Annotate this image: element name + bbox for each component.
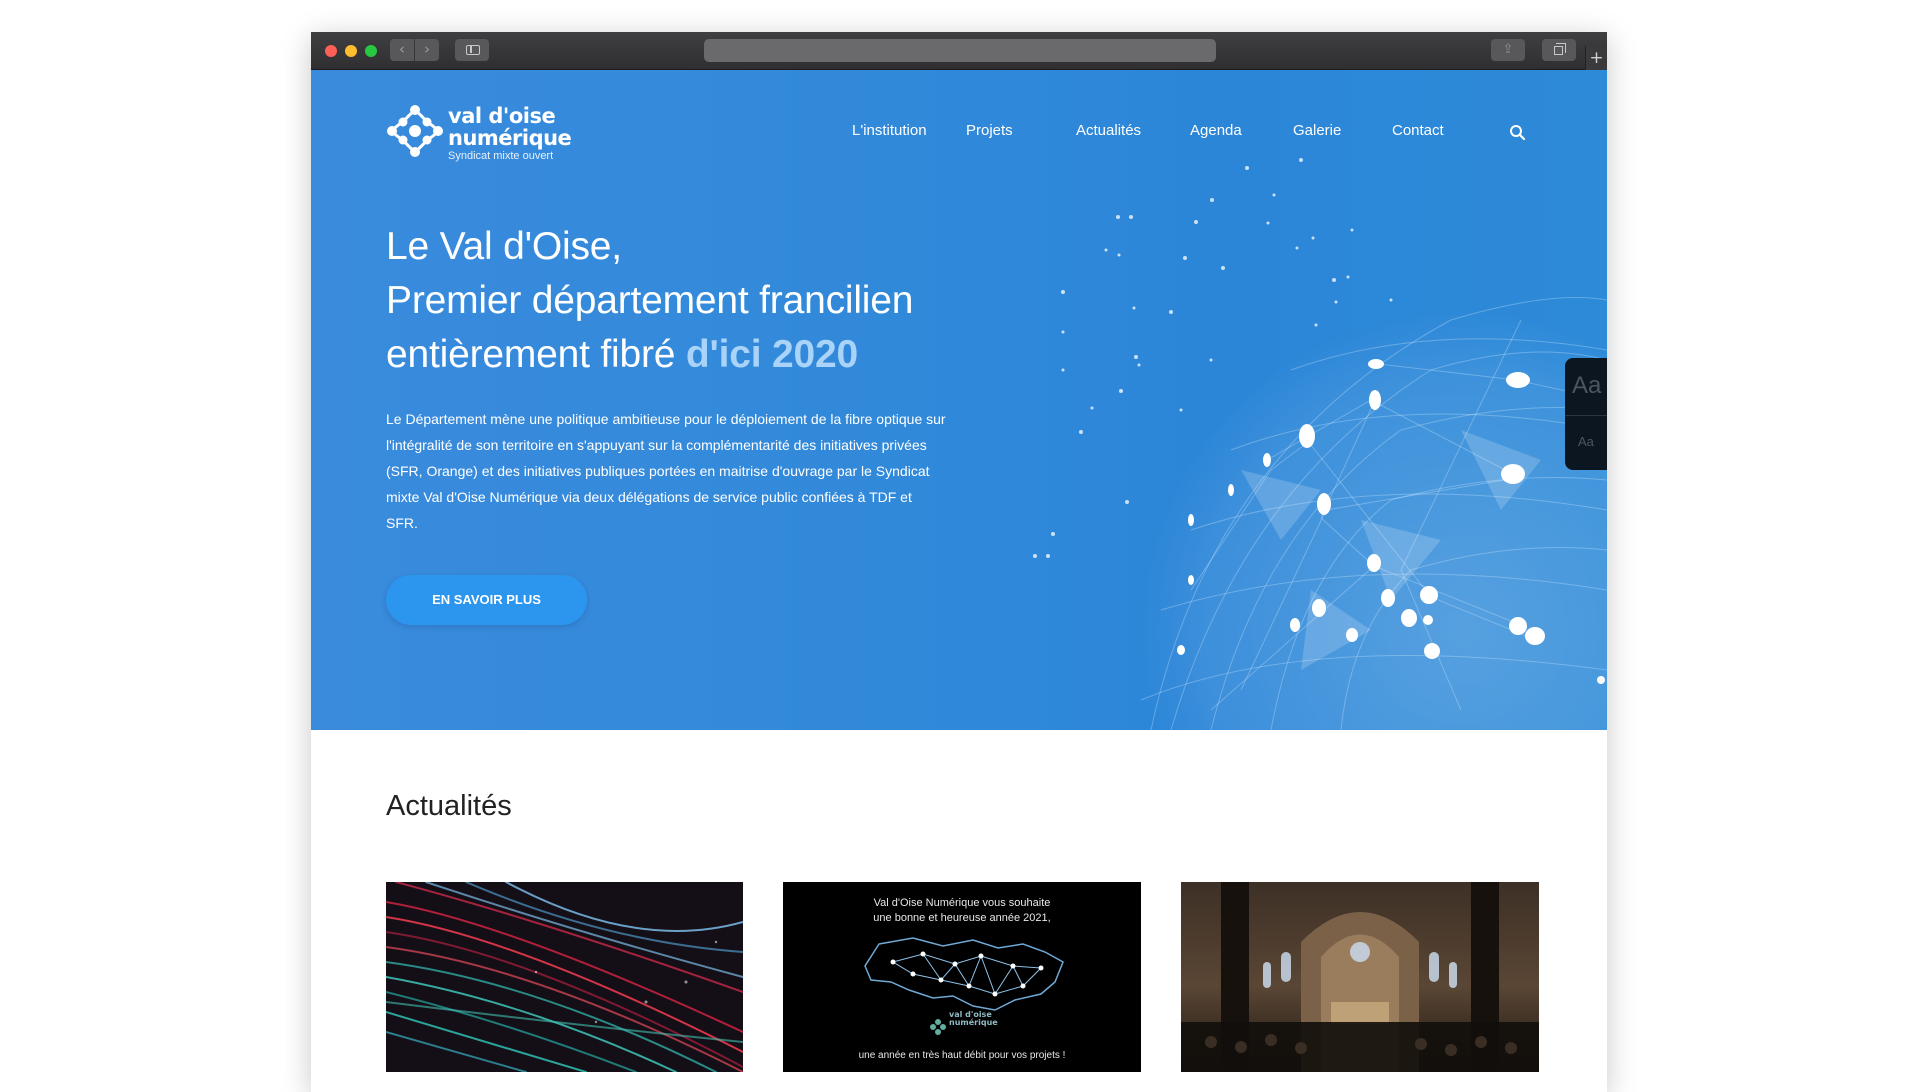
close-window-button[interactable] (325, 45, 337, 57)
val-doise-network-map (864, 937, 1064, 1035)
network-globe-illustration (1033, 158, 1607, 730)
web-page: val d'oise numérique Syndicat mixte ouve… (311, 70, 1607, 1092)
nav-item-institution[interactable]: L'institution (852, 122, 927, 139)
hero-description: Le Département mène une politique ambiti… (386, 411, 946, 531)
hero-title-accent: d'ici 2020 (685, 333, 858, 376)
card-logo-text: val d'oise numérique (949, 1011, 998, 1027)
font-widget-divider (1565, 415, 1607, 416)
hero-title-line3: entièrement fibré (386, 333, 686, 376)
learn-more-button[interactable]: EN SAVOIR PLUS (386, 575, 587, 625)
main-navigation: L'institution Projets Actualités Agenda … (311, 122, 1607, 146)
fibre-optic-image (386, 882, 743, 1072)
hero-title: Le Val d'Oise, Premier département franc… (386, 220, 1086, 382)
news-section-heading: Actualités (386, 790, 512, 822)
news-card-concert[interactable] (1181, 882, 1539, 1072)
zoom-window-button[interactable] (365, 45, 377, 57)
forward-button[interactable]: › (415, 39, 439, 61)
nav-item-actualites[interactable]: Actualités (1076, 122, 1141, 139)
font-size-widget: Aa Aa (1565, 358, 1607, 470)
nav-item-contact[interactable]: Contact (1392, 122, 1444, 139)
new-tab-button[interactable]: + (1585, 46, 1607, 70)
minimize-window-button[interactable] (345, 45, 357, 57)
tabs-icon (1554, 43, 1566, 55)
nav-item-galerie[interactable]: Galerie (1293, 122, 1341, 139)
browser-toolbar: ‹ › ⇪ + (311, 32, 1607, 70)
back-button[interactable]: ‹ (390, 39, 414, 61)
concert-hall-image (1181, 882, 1539, 1072)
logo-tagline: Syndicat mixte ouvert (448, 150, 554, 162)
card-logo-line2: numérique (949, 1018, 998, 1027)
share-button[interactable]: ⇪ (1491, 39, 1525, 61)
news-card-fibre[interactable] (386, 882, 743, 1072)
nav-item-projets[interactable]: Projets (966, 122, 1013, 139)
sidebar-icon (466, 45, 480, 55)
sidebar-toggle-button[interactable] (455, 39, 489, 61)
address-bar[interactable] (704, 39, 1216, 62)
search-icon[interactable] (1509, 124, 1526, 141)
hero-title-line2: Premier département francilien (386, 279, 914, 322)
nav-item-agenda[interactable]: Agenda (1190, 122, 1242, 139)
news-card-voeux[interactable]: Val d'Oise Numérique vous souhaite une b… (783, 882, 1141, 1072)
decrease-font-button[interactable]: Aa (1578, 434, 1594, 449)
hero-section: val d'oise numérique Syndicat mixte ouve… (311, 70, 1607, 730)
show-tabs-button[interactable] (1542, 39, 1576, 61)
browser-window: ‹ › ⇪ + val d'oise numérique Syndicat mi… (311, 32, 1607, 1092)
hero-title-line1: Le Val d'Oise, (386, 225, 622, 268)
increase-font-button[interactable]: Aa (1572, 372, 1601, 400)
card-greeting-footer: une année en très haut débit pour vos pr… (858, 1050, 1066, 1061)
